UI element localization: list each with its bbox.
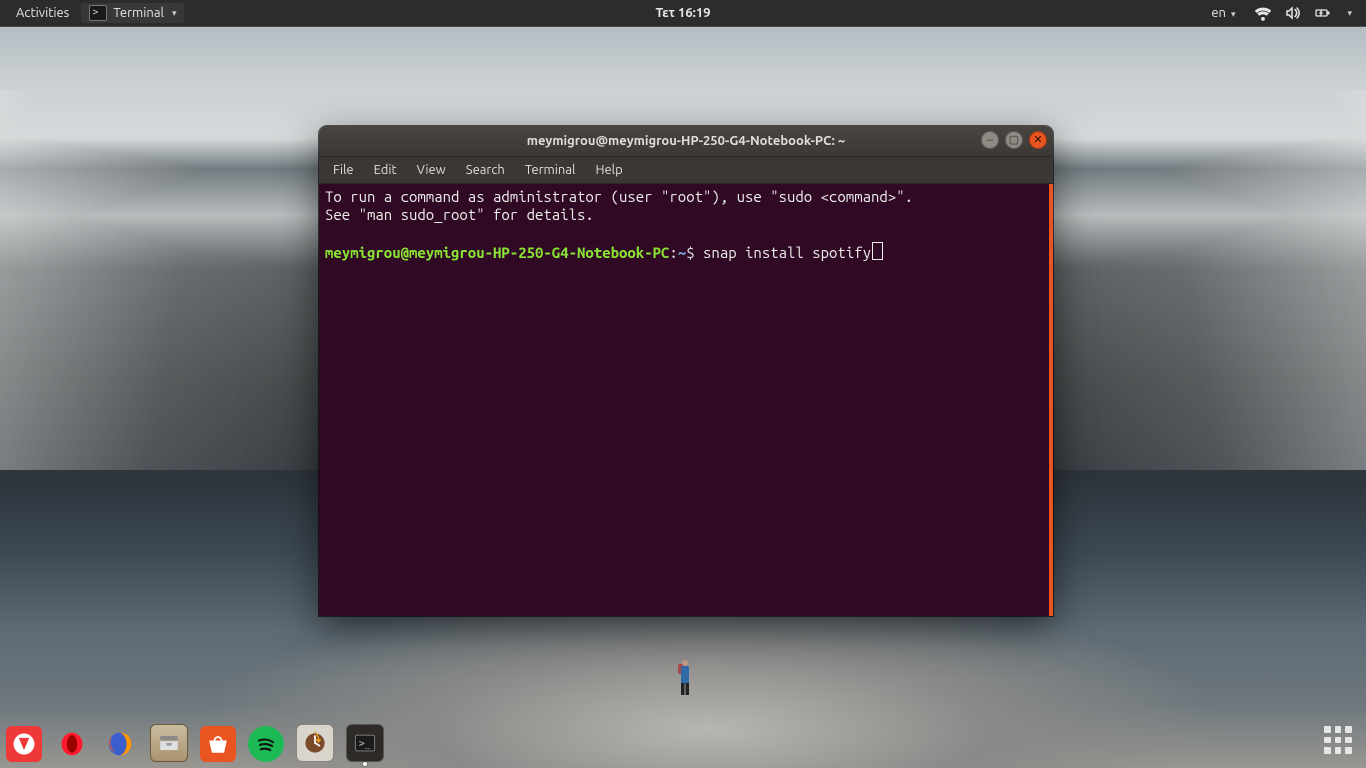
show-applications-button[interactable] <box>1324 726 1352 754</box>
window-close-button[interactable]: ✕ <box>1029 131 1047 149</box>
app-menu-button[interactable]: Terminal ▾ <box>81 3 184 23</box>
dock-app-ubuntu-software[interactable] <box>200 726 236 762</box>
dock-app-files[interactable] <box>150 724 188 762</box>
window-title-bar[interactable]: meymigrou@meymigrou-HP-250-G4-Notebook-P… <box>319 126 1053 157</box>
input-language-label: en <box>1211 6 1226 20</box>
dock-app-software-updater[interactable] <box>296 724 334 762</box>
menu-help[interactable]: Help <box>587 161 630 179</box>
wallpaper-hiker <box>678 656 692 696</box>
chevron-down-icon: ▾ <box>1231 9 1236 19</box>
menu-view[interactable]: View <box>409 161 454 179</box>
terminal-content[interactable]: To run a command as administrator (user … <box>319 184 1053 616</box>
window-maximize-button[interactable]: ▢ <box>1005 131 1023 149</box>
terminal-cursor <box>872 242 883 260</box>
network-wifi-icon[interactable] <box>1255 5 1271 21</box>
chevron-down-icon: ▾ <box>172 8 177 19</box>
prompt-path: ~ <box>678 244 686 261</box>
menu-terminal[interactable]: Terminal <box>517 161 584 179</box>
menu-edit[interactable]: Edit <box>366 161 405 179</box>
motd-line: See "man sudo_root" for details. <box>325 206 594 223</box>
terminal-icon <box>89 5 107 21</box>
volume-icon[interactable] <box>1285 5 1301 21</box>
app-menu-label: Terminal <box>113 6 164 20</box>
prompt-user-host: meymigrou@meymigrou-HP-250-G4-Notebook-P… <box>325 244 669 261</box>
prompt-symbol: $ <box>686 244 694 261</box>
window-title: meymigrou@meymigrou-HP-250-G4-Notebook-P… <box>527 134 846 148</box>
svg-text:>_: >_ <box>359 739 371 750</box>
input-language-indicator[interactable]: en ▾ <box>1205 4 1241 22</box>
dock-app-vivaldi[interactable] <box>6 726 42 762</box>
system-menu-chevron-icon[interactable]: ▾ <box>1347 8 1352 19</box>
dock-app-firefox[interactable] <box>102 726 138 762</box>
activities-button[interactable]: Activities <box>10 4 75 22</box>
prompt-colon: : <box>669 244 677 261</box>
battery-charging-icon[interactable] <box>1315 5 1331 21</box>
menu-file[interactable]: File <box>325 161 362 179</box>
motd-line: To run a command as administrator (user … <box>325 188 913 205</box>
clock-button[interactable]: Τετ 16:19 <box>655 6 710 20</box>
menu-search[interactable]: Search <box>458 161 513 179</box>
terminal-window: meymigrou@meymigrou-HP-250-G4-Notebook-P… <box>319 126 1053 616</box>
typed-command: snap install spotify <box>703 244 871 261</box>
gnome-top-bar: Activities Terminal ▾ Τετ 16:19 en ▾ ▾ <box>0 0 1366 26</box>
terminal-menubar: File Edit View Search Terminal Help <box>319 157 1053 184</box>
dash-dock: >_ <box>6 724 384 762</box>
dock-app-spotify[interactable] <box>248 726 284 762</box>
window-minimize-button[interactable]: – <box>981 131 999 149</box>
dock-app-terminal[interactable]: >_ <box>346 724 384 762</box>
dock-app-opera[interactable] <box>54 726 90 762</box>
